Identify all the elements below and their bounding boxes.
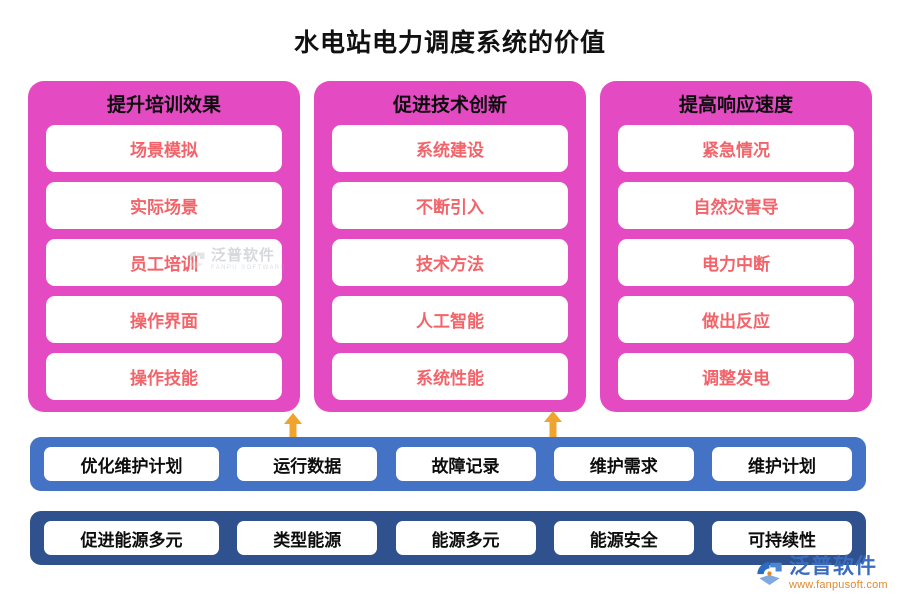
pink-column-3-item[interactable]: 自然灾害导 <box>618 182 854 229</box>
pink-column-2-item[interactable]: 人工智能 <box>332 296 568 343</box>
pink-column-2-title: 促进技术创新 <box>392 95 507 116</box>
pink-column-3: 提高响应速度 紧急情况 自然灾害导 电力中断 做出反应 调整发电 <box>600 81 872 412</box>
pink-column-1-item[interactable]: 操作界面 <box>46 296 282 343</box>
pink-column-2-item[interactable]: 系统建设 <box>332 125 568 172</box>
pink-column-2-item[interactable]: 系统性能 <box>332 353 568 400</box>
blue-bar-2-item[interactable]: 能源安全 <box>553 521 694 555</box>
pink-column-3-title: 提高响应速度 <box>678 95 793 116</box>
pink-column-1-item[interactable]: 实际场景 <box>46 182 282 229</box>
blue-bar-1-item[interactable]: 维护需求 <box>553 447 694 481</box>
pink-column-3-item[interactable]: 电力中断 <box>618 239 854 286</box>
watermark-corner-url: www.fanpusoft.com <box>789 579 888 591</box>
blue-bar-2-item[interactable]: 促进能源多元 <box>44 521 219 555</box>
blue-bar-1-item[interactable]: 维护计划 <box>712 447 852 481</box>
pink-columns-group: 提升培训效果 场景模拟 实际场景 员工培训 操作界面 操作技能 促进技术创新 系… <box>28 81 872 412</box>
pink-column-3-items: 紧急情况 自然灾害导 电力中断 做出反应 调整发电 <box>618 125 854 400</box>
pink-column-1-title: 提升培训效果 <box>106 95 221 116</box>
pink-column-3-item[interactable]: 调整发电 <box>618 353 854 400</box>
pink-column-3-item[interactable]: 紧急情况 <box>618 125 854 172</box>
blue-bar-row-2: 促进能源多元 类型能源 能源多元 能源安全 可持续性 <box>30 511 866 565</box>
pink-column-1-items: 场景模拟 实际场景 员工培训 操作界面 操作技能 <box>46 125 282 400</box>
pink-column-2-items: 系统建设 不断引入 技术方法 人工智能 系统性能 <box>332 125 568 400</box>
pink-column-1-item[interactable]: 场景模拟 <box>46 125 282 172</box>
pink-column-1: 提升培训效果 场景模拟 实际场景 员工培训 操作界面 操作技能 <box>28 81 300 412</box>
blue-bar-2-item[interactable]: 能源多元 <box>395 521 536 555</box>
blue-bar-2-item[interactable]: 可持续性 <box>712 521 852 555</box>
pink-column-1-item[interactable]: 员工培训 <box>46 239 282 286</box>
blue-bar-1-item[interactable]: 优化维护计划 <box>44 447 219 481</box>
pink-column-3-item[interactable]: 做出反应 <box>618 296 854 343</box>
pink-column-2: 促进技术创新 系统建设 不断引入 技术方法 人工智能 系统性能 <box>314 81 586 412</box>
pink-column-1-item[interactable]: 操作技能 <box>46 353 282 400</box>
page-title: 水电站电力调度系统的价值 <box>293 29 606 57</box>
blue-bar-1-item[interactable]: 故障记录 <box>395 447 536 481</box>
pink-column-2-item[interactable]: 不断引入 <box>332 182 568 229</box>
pink-column-2-item[interactable]: 技术方法 <box>332 239 568 286</box>
blue-bar-2-item[interactable]: 类型能源 <box>237 521 378 555</box>
infographic-canvas: 水电站电力调度系统的价值 提升培训效果 场景模拟 实际场景 员工培训 操作界面 … <box>0 0 900 600</box>
blue-bar-1-item[interactable]: 运行数据 <box>237 447 378 481</box>
blue-bar-row-1: 优化维护计划 运行数据 故障记录 维护需求 维护计划 <box>30 437 866 491</box>
